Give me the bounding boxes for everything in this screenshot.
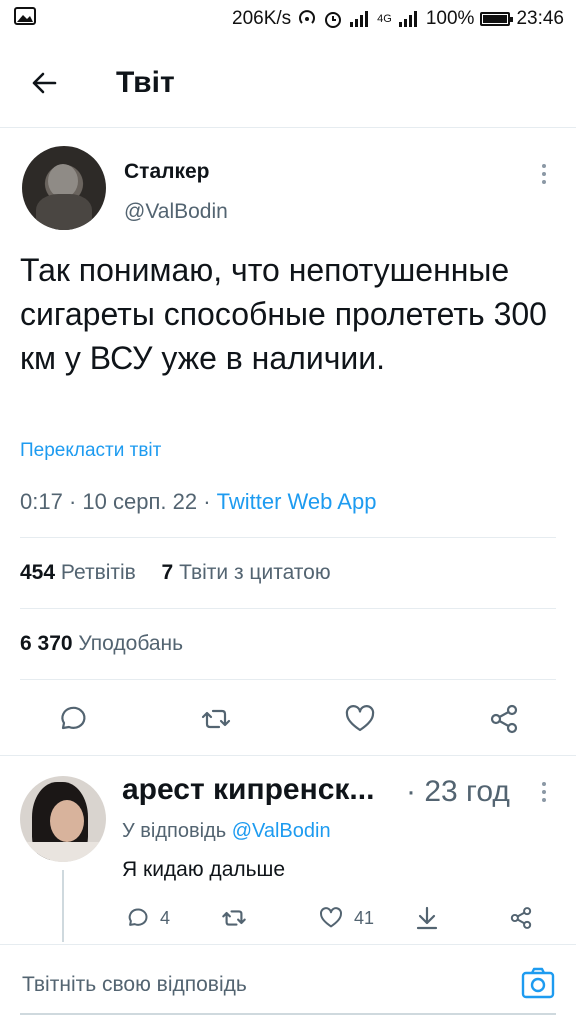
thread-line (62, 870, 64, 942)
like-icon (320, 907, 342, 928)
clock: 23:46 (516, 8, 564, 29)
retweets-label: Ретвітів (60, 561, 136, 584)
reply-share-button[interactable] (508, 904, 534, 932)
share-button[interactable] (486, 701, 522, 737)
likes-stats[interactable]: 6 370 Уподобань (20, 632, 183, 656)
quotes-count: 7 (161, 561, 174, 584)
meta-separator: · (68, 489, 77, 514)
image-icon (14, 7, 36, 25)
retweet-button[interactable] (198, 701, 234, 737)
tweet-time: 0:17 (20, 489, 63, 514)
network-type: 4G (377, 13, 392, 25)
camera-icon[interactable] (520, 965, 556, 1001)
composer-underline (20, 1013, 556, 1015)
tweet-source-app[interactable]: Twitter Web App (217, 489, 377, 514)
battery-percent: 100% (425, 8, 475, 29)
likes-count: 6 370 (20, 632, 73, 655)
tweet-text: Так понимаю, что непотушенные сигареты с… (20, 252, 547, 376)
author-name[interactable]: Сталкер (124, 160, 210, 184)
author-handle[interactable]: @ValBodin (124, 200, 228, 224)
back-button[interactable] (20, 59, 68, 107)
reply-header: арест кипренск... · 23 год (122, 773, 552, 813)
more-vertical-icon[interactable] (534, 160, 554, 190)
reply-icon (61, 706, 86, 730)
share-icon (490, 704, 518, 734)
page-title: Твіт (116, 65, 175, 99)
reply-download-button[interactable] (414, 904, 440, 932)
retweet-stats[interactable]: 454 Ретвітів 7 Твіти з цитатою (20, 561, 331, 585)
status-right: 206K/s 4G 100% 23:46 (232, 8, 564, 30)
divider (20, 679, 556, 680)
retweet-icon (201, 709, 231, 729)
signal-icon (350, 11, 369, 27)
divider (20, 608, 556, 609)
like-button[interactable] (342, 701, 378, 737)
reply-author-name[interactable]: арест кипренск... (122, 773, 374, 807)
battery-icon (480, 12, 514, 26)
more-vertical-icon[interactable] (534, 778, 554, 808)
reply-like-button[interactable]: 41 (318, 904, 374, 932)
reply-retweet-button[interactable] (220, 904, 248, 932)
divider (0, 755, 576, 756)
tweet-date: 10 серп. 22 (82, 489, 198, 514)
quotes-label: Твіти з цитатою (179, 561, 331, 584)
back-arrow-icon (32, 72, 57, 93)
reply-time: · 23 год (406, 775, 510, 808)
like-icon (345, 705, 375, 732)
reply-button[interactable] (54, 701, 90, 737)
avatar-face (50, 800, 84, 842)
status-bar: 206K/s 4G 100% 23:46 (0, 0, 576, 38)
author-avatar[interactable] (22, 146, 106, 230)
tweet-actions (0, 695, 576, 745)
alarm-icon (325, 12, 342, 28)
translate-tweet-link[interactable]: Перекласти твіт (20, 440, 161, 462)
signal-icon (398, 11, 417, 27)
top-app-bar: Твіт (0, 38, 576, 128)
share-icon (510, 907, 532, 929)
likes-label: Уподобань (78, 632, 184, 655)
reply-composer (0, 945, 576, 1024)
replying-handle[interactable]: @ValBodin (232, 820, 331, 842)
replying-to: У відповідь @ValBodin (122, 820, 331, 843)
meta-separator: · (203, 489, 211, 514)
retweet-icon (222, 910, 246, 926)
like-count: 41 (354, 907, 375, 928)
network-speed: 206K/s (232, 8, 292, 29)
reply-input[interactable] (22, 967, 492, 1003)
reply-count: 4 (160, 907, 171, 928)
retweets-count: 454 (20, 561, 56, 584)
status-left (14, 7, 36, 31)
battery-fill (483, 15, 508, 23)
reply-author-avatar[interactable] (20, 776, 106, 862)
divider (20, 537, 556, 538)
hotspot-icon (299, 10, 316, 24)
avatar-shoulder (20, 842, 106, 862)
reply-reply-button[interactable]: 4 (124, 904, 170, 932)
reply-actions: 4 41 (122, 900, 552, 936)
replying-prefix: У відповідь (122, 820, 227, 842)
reply-icon (128, 908, 148, 926)
reply-text: Я кидаю дальше (122, 858, 286, 881)
tweet-meta: 0:17 · 10 серп. 22 · Twitter Web App (20, 489, 376, 515)
download-icon (416, 906, 438, 930)
